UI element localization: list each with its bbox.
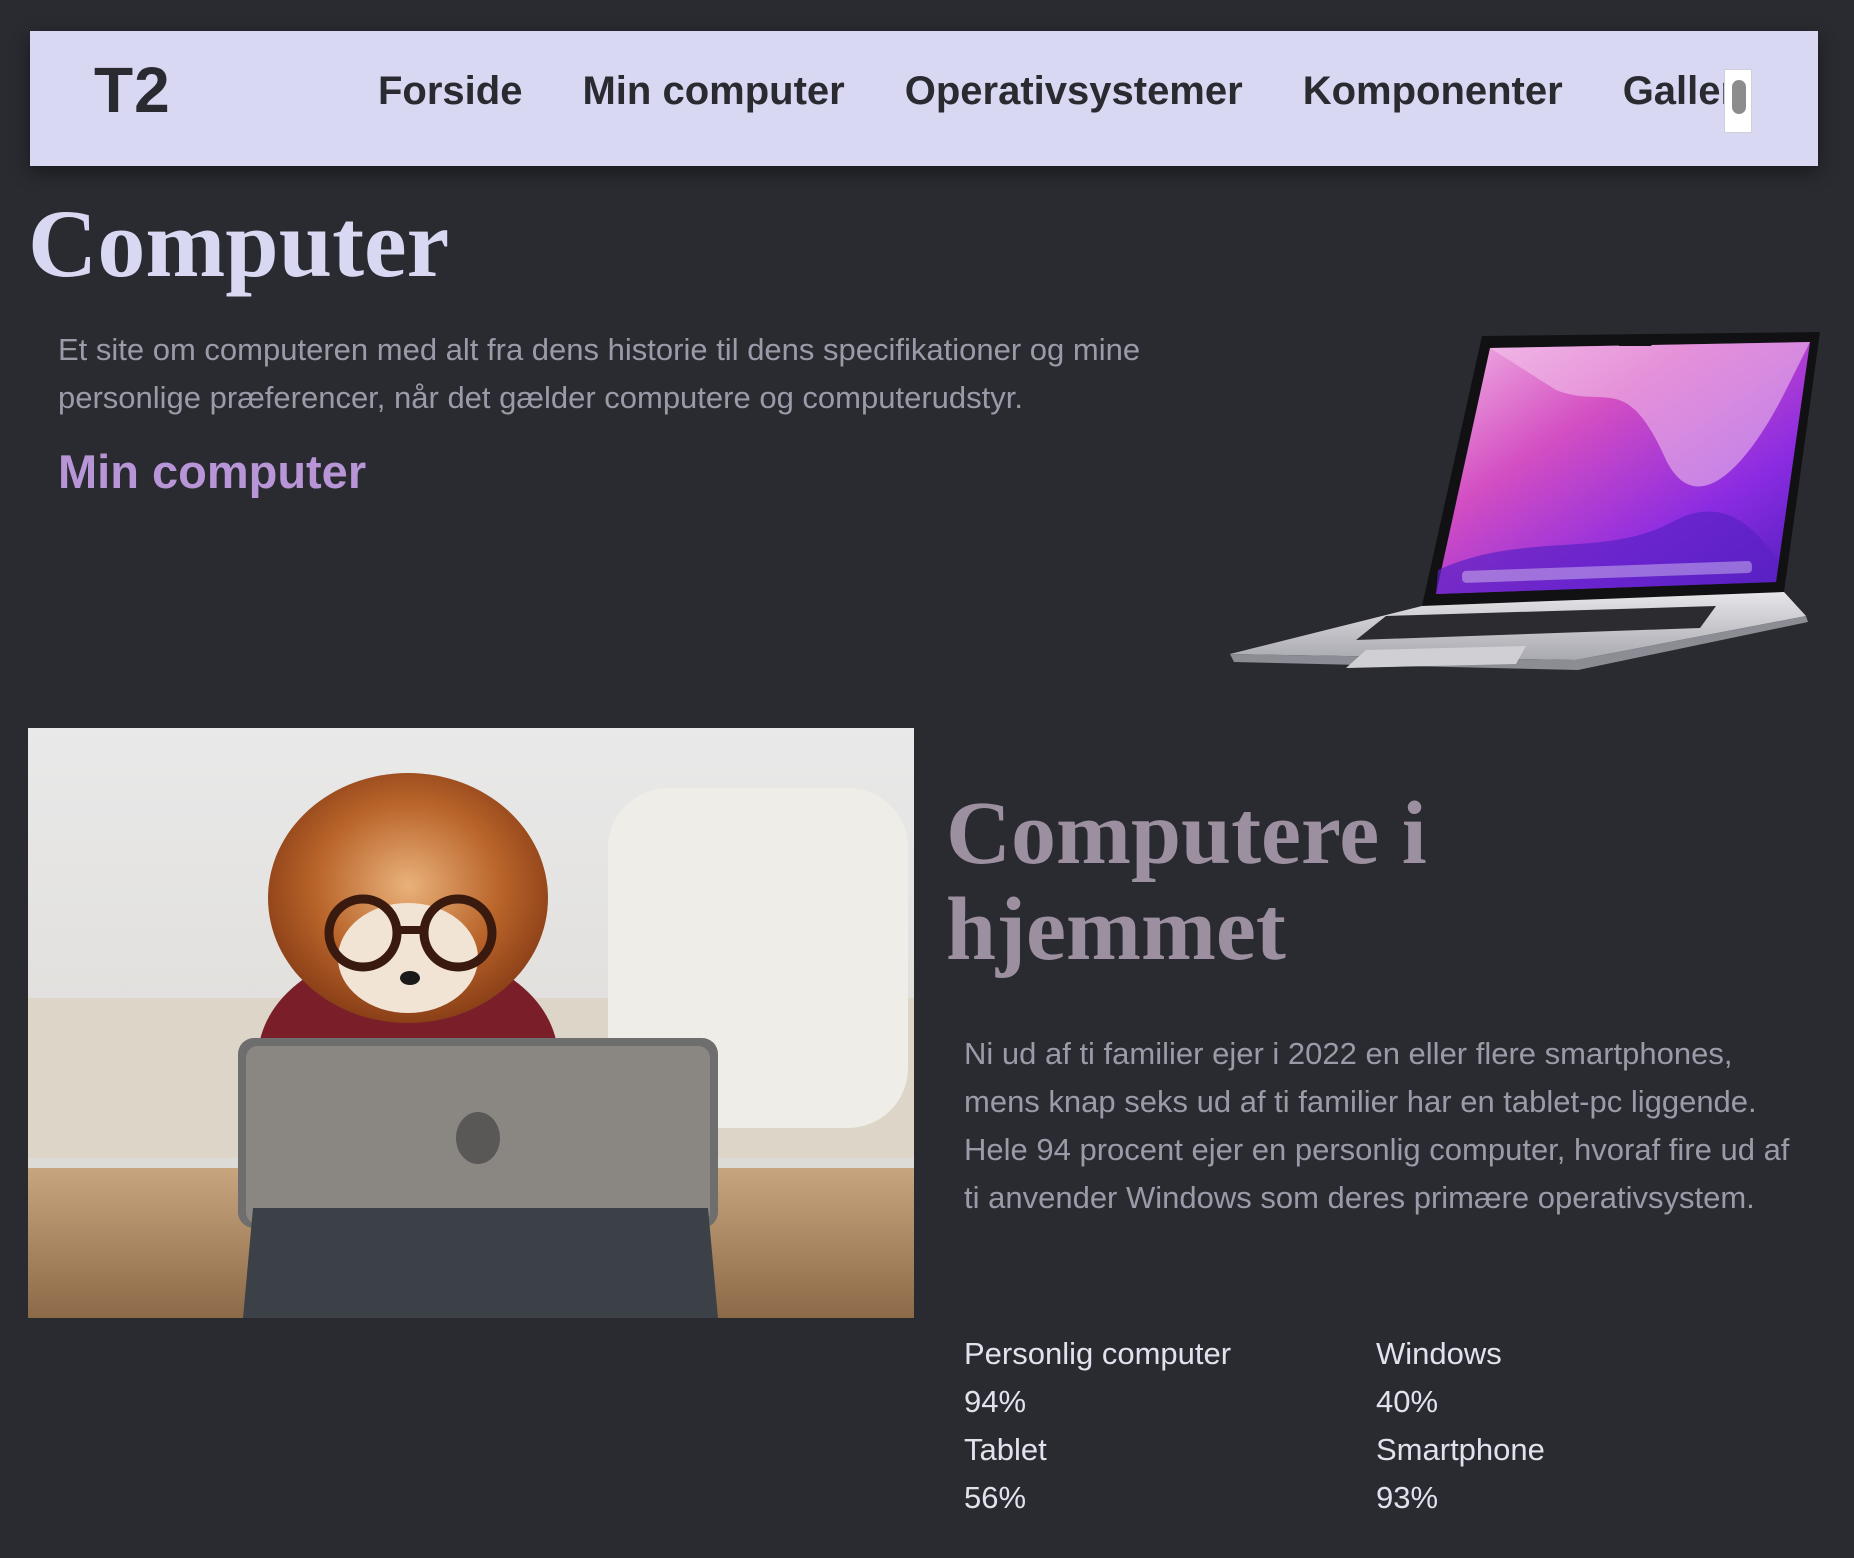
stat-label-tablet: Tablet <box>964 1432 1047 1467</box>
stat-value-smartphone: 93% <box>1376 1480 1439 1515</box>
nav-link-min-computer[interactable]: Min computer <box>582 69 844 114</box>
nav-link-operativsystemer[interactable]: Operativsystemer <box>905 69 1243 114</box>
stat-label-personlig-computer: Personlig computer <box>964 1336 1232 1371</box>
navbar: T2 Forside Min computer Operativsystemer… <box>30 31 1818 166</box>
stat-value-windows: 40% <box>1376 1384 1439 1419</box>
stat-value-tablet: 56% <box>964 1480 1027 1515</box>
page: T2 Forside Min computer Operativsystemer… <box>0 0 1854 1558</box>
laptop-image <box>1230 332 1820 670</box>
nav-link-forside[interactable]: Forside <box>378 69 522 114</box>
section-description: Ni ud af ti familier ejer i 2022 en elle… <box>964 1036 1790 1215</box>
hero-title: Computer <box>28 190 450 297</box>
nav-links: Forside Min computer Operativsystemer Ko… <box>378 69 1747 114</box>
stat-label-smartphone: Smartphone <box>1376 1432 1545 1467</box>
site-logo[interactable]: T2 <box>94 53 171 127</box>
section-title: Computere i hjemmet <box>946 784 1427 979</box>
nav-scrollbar-thumb[interactable] <box>1732 80 1746 114</box>
nav-scrollbar[interactable] <box>1724 69 1752 133</box>
dog-with-tablet-photo <box>28 728 914 1318</box>
stat-label-windows: Windows <box>1376 1336 1502 1371</box>
stat-value-personlig-computer: 94% <box>964 1384 1027 1419</box>
hero-description: Et site om computeren med alt fra dens h… <box>58 332 1141 415</box>
min-computer-link[interactable]: Min computer <box>58 444 366 499</box>
nav-link-komponenter[interactable]: Komponenter <box>1303 69 1563 114</box>
